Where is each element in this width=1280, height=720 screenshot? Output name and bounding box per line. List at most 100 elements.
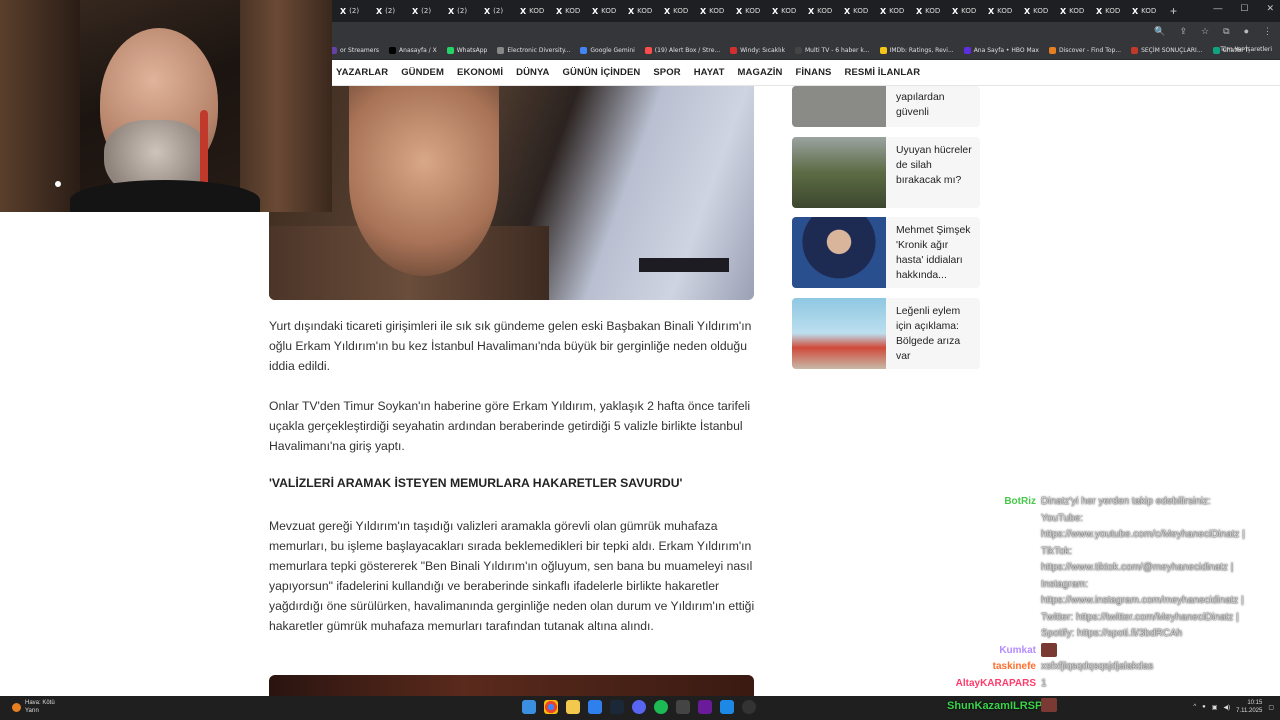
star-icon[interactable]: ☆: [1201, 26, 1209, 37]
bookmark-item[interactable]: Windy: Sıcaklık: [730, 47, 785, 54]
browser-tab[interactable]: X KOD: [840, 2, 876, 20]
tab-label: (2): [457, 7, 468, 15]
nav-link[interactable]: EKONOMİ: [457, 67, 503, 78]
share-icon[interactable]: ⇪: [1180, 26, 1188, 37]
bookmark-item[interactable]: WhatsApp: [446, 47, 488, 54]
bookmark-label: WhatsApp: [456, 47, 488, 54]
volume-icon[interactable]: ◀): [1223, 704, 1230, 711]
browser-tab[interactable]: X (2): [372, 2, 408, 20]
maximize-icon[interactable]: ☐: [1240, 3, 1248, 14]
nav-link[interactable]: MAGAZİN: [737, 67, 782, 78]
app-icon[interactable]: [720, 700, 734, 714]
sidebar-news-item[interactable]: Leğenli eylem için açıklama: Bölgede arı…: [792, 298, 980, 369]
app-icon[interactable]: [588, 700, 602, 714]
spotify-icon[interactable]: [654, 700, 668, 714]
minimize-icon[interactable]: —: [1213, 3, 1222, 14]
bookmark-item[interactable]: Multi TV - 6 haber k...: [794, 47, 870, 54]
bookmark-item[interactable]: or Streamers: [330, 47, 379, 54]
browser-tab[interactable]: X KOD: [516, 2, 552, 20]
browser-tab[interactable]: X KOD: [732, 2, 768, 20]
nav-link[interactable]: SPOR: [653, 67, 680, 78]
tab-label: KOD: [889, 7, 905, 15]
browser-tab[interactable]: X KOD: [804, 2, 840, 20]
sidebar-news-item[interactable]: yapılardan güvenli: [792, 86, 980, 127]
nav-link[interactable]: RESMİ İLANLAR: [844, 67, 920, 78]
start-icon[interactable]: [522, 700, 536, 714]
tab-label: KOD: [1105, 7, 1121, 15]
bookmark-item[interactable]: Google Gemini: [580, 47, 635, 54]
browser-tab[interactable]: X KOD: [696, 2, 732, 20]
browser-tab[interactable]: X KOD: [660, 2, 696, 20]
calculator-icon[interactable]: [676, 700, 690, 714]
browser-tab[interactable]: X KOD: [876, 2, 912, 20]
tab-label: (2): [349, 7, 360, 15]
chat-message: Instagram:: [1041, 578, 1089, 590]
browser-tab[interactable]: X (2): [444, 2, 480, 20]
extensions-icon[interactable]: ⧉: [1223, 26, 1229, 37]
taskbar: Hava: Kötü Yarın ^ ● ▣ ◀) 10:15 7.11.2025 …: [0, 696, 1280, 720]
notifications-icon[interactable]: ▢: [1268, 704, 1274, 711]
nav-link[interactable]: YAZARLAR: [336, 67, 388, 78]
browser-tab[interactable]: X KOD: [552, 2, 588, 20]
browser-tab[interactable]: X KOD: [912, 2, 948, 20]
bookmark-item[interactable]: (19) Alert Box / Stre...: [644, 47, 720, 54]
browser-tab[interactable]: X KOD: [624, 2, 660, 20]
browser-tab[interactable]: X KOD: [588, 2, 624, 20]
browser-tab[interactable]: X KOD: [984, 2, 1020, 20]
chat-message: 1: [1041, 677, 1047, 689]
bookmark-favicon-icon: [794, 47, 802, 54]
bookmark-item[interactable]: SEÇİM SONUÇLARI...: [1131, 47, 1203, 54]
discord-icon[interactable]: [632, 700, 646, 714]
x-icon: X: [736, 6, 743, 16]
tab-label: (2): [493, 7, 504, 15]
news-title: Leğenli eylem için açıklama: Bölgede arı…: [896, 306, 961, 362]
nav-link[interactable]: FİNANS: [796, 67, 832, 78]
sidebar-news-item[interactable]: Mehmet Şimşek 'Kronik ağır hasta' iddial…: [792, 217, 980, 288]
browser-tab[interactable]: X KOD: [1128, 2, 1164, 20]
chat-line: Kumkat: [940, 642, 1057, 660]
x-icon: X: [484, 6, 491, 16]
x-icon: X: [1060, 6, 1067, 16]
chat-emote: [1041, 642, 1057, 657]
bookmark-item[interactable]: IMDb: Ratings, Revi...: [879, 47, 954, 54]
news-thumbnail: [792, 86, 886, 127]
browser-tab[interactable]: X KOD: [1020, 2, 1056, 20]
obs-icon[interactable]: [742, 700, 756, 714]
network-icon[interactable]: ▣: [1212, 704, 1218, 711]
bookmark-favicon-icon: [497, 47, 505, 54]
tab-label: (2): [421, 7, 432, 15]
bookmark-item[interactable]: Electronic Diversity...: [497, 47, 570, 54]
new-tab-icon[interactable]: +: [1170, 4, 1177, 18]
all-bookmarks-link[interactable]: Tüm Yer İşaretleri: [1220, 46, 1272, 53]
menu-icon[interactable]: ⋮: [1263, 26, 1272, 37]
browser-tab[interactable]: X (2): [480, 2, 516, 20]
nav-link[interactable]: GÜNÜN İÇİNDEN: [563, 67, 641, 78]
chevron-up-icon[interactable]: ^: [1193, 704, 1196, 710]
clock[interactable]: 10:15 7.11.2025: [1236, 699, 1262, 715]
browser-tab[interactable]: X KOD: [1092, 2, 1128, 20]
article-subheading: 'VALİZLERİ ARAMAK İSTEYEN MEMURLARA HAKA…: [269, 476, 683, 490]
browser-tab[interactable]: X KOD: [768, 2, 804, 20]
sidebar-news-item[interactable]: Uyuyan hücreler de silah bırakacak mı?: [792, 137, 980, 208]
bookmark-item[interactable]: Ana Sayfa • HBO Max: [963, 47, 1039, 54]
tab-label: (2): [385, 7, 396, 15]
tab-label: KOD: [853, 7, 869, 15]
browser-tab[interactable]: X (2): [408, 2, 444, 20]
browser-tab[interactable]: X KOD: [1056, 2, 1092, 20]
browser-tab[interactable]: X (2): [336, 2, 372, 20]
app-icon[interactable]: [698, 700, 712, 714]
weather-widget[interactable]: Hava: Kötü Yarın: [12, 699, 55, 715]
zoom-icon[interactable]: 🔍: [1154, 26, 1165, 37]
bookmark-item[interactable]: Discover - Find Top...: [1048, 47, 1121, 54]
close-icon[interactable]: ✕: [1266, 3, 1274, 14]
nav-link[interactable]: DÜNYA: [516, 67, 549, 78]
nav-link[interactable]: HAYAT: [694, 67, 725, 78]
mic-icon[interactable]: ●: [1202, 704, 1206, 710]
bookmark-item[interactable]: Anasayfa / X: [389, 47, 437, 54]
chrome-icon[interactable]: [544, 700, 558, 714]
file-explorer-icon[interactable]: [566, 700, 580, 714]
profile-icon[interactable]: ●: [1244, 26, 1249, 37]
steam-icon[interactable]: [610, 700, 624, 714]
nav-link[interactable]: GÜNDEM: [401, 67, 444, 78]
browser-tab[interactable]: X KOD: [948, 2, 984, 20]
